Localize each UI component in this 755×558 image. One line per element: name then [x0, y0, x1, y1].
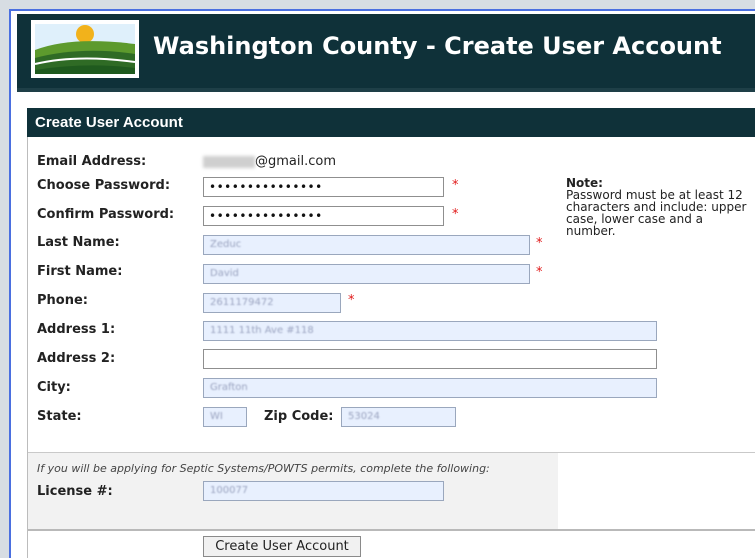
confirm-password-label: Confirm Password: [37, 207, 175, 222]
first-name-input[interactable]: David [203, 264, 530, 284]
email-value: @gmail.com [255, 154, 337, 169]
city-value: Grafton [210, 382, 248, 393]
confirm-password-input[interactable]: ••••••••••••••• [203, 206, 444, 226]
divider [28, 529, 755, 531]
county-logo-icon [31, 20, 139, 78]
address2-label: Address 2: [37, 351, 116, 366]
city-label: City: [37, 380, 71, 395]
window-frame-top [0, 0, 755, 9]
zip-label: Zip Code: [264, 409, 334, 424]
create-account-button[interactable]: Create User Account [203, 536, 361, 557]
first-name-value: David [210, 268, 239, 279]
state-label: State: [37, 409, 82, 424]
zip-value: 53024 [348, 411, 380, 422]
city-input[interactable]: Grafton [203, 378, 657, 398]
focus-border-left [9, 9, 11, 558]
state-value: WI [210, 411, 223, 422]
license-input[interactable]: 100077 [203, 481, 444, 501]
note-text: Password must be at least 12 characters … [566, 188, 747, 238]
first-name-label: First Name: [37, 264, 123, 279]
required-marker: * [536, 265, 543, 280]
phone-label: Phone: [37, 293, 88, 308]
password-input[interactable]: ••••••••••••••• [203, 177, 444, 197]
page-title: Washington County - Create User Account [153, 32, 722, 60]
section-title: Create User Account [35, 114, 183, 131]
address1-input[interactable]: 1111 11th Ave #118 [203, 321, 657, 341]
address1-value: 1111 11th Ave #118 [210, 325, 314, 336]
required-marker: * [452, 178, 459, 193]
section-header: Create User Account [27, 108, 755, 137]
last-name-input[interactable]: Zeduc [203, 235, 530, 255]
phone-value: 2611179472 [210, 297, 274, 308]
required-marker: * [536, 236, 543, 251]
zip-input[interactable]: 53024 [341, 407, 456, 427]
required-marker: * [348, 293, 355, 308]
septic-section-right [558, 452, 755, 531]
email-redacted [203, 156, 255, 168]
state-input[interactable]: WI [203, 407, 247, 427]
focus-border-top [9, 9, 755, 11]
header-divider [17, 88, 755, 92]
license-label: License #: [37, 484, 113, 499]
address1-label: Address 1: [37, 322, 116, 337]
password-label: Choose Password: [37, 178, 171, 193]
septic-note: If you will be applying for Septic Syste… [37, 462, 490, 475]
site-header: Washington County - Create User Account [17, 14, 755, 88]
phone-input[interactable]: 2611179472 [203, 293, 341, 313]
password-note: Note: Password must be at least 12 chara… [566, 177, 755, 237]
license-value: 100077 [210, 485, 249, 496]
last-name-label: Last Name: [37, 235, 120, 250]
window-frame-left [0, 0, 9, 558]
required-marker: * [452, 207, 459, 222]
last-name-value: Zeduc [210, 239, 242, 250]
email-label: Email Address: [37, 154, 147, 169]
address2-input[interactable] [203, 349, 657, 369]
